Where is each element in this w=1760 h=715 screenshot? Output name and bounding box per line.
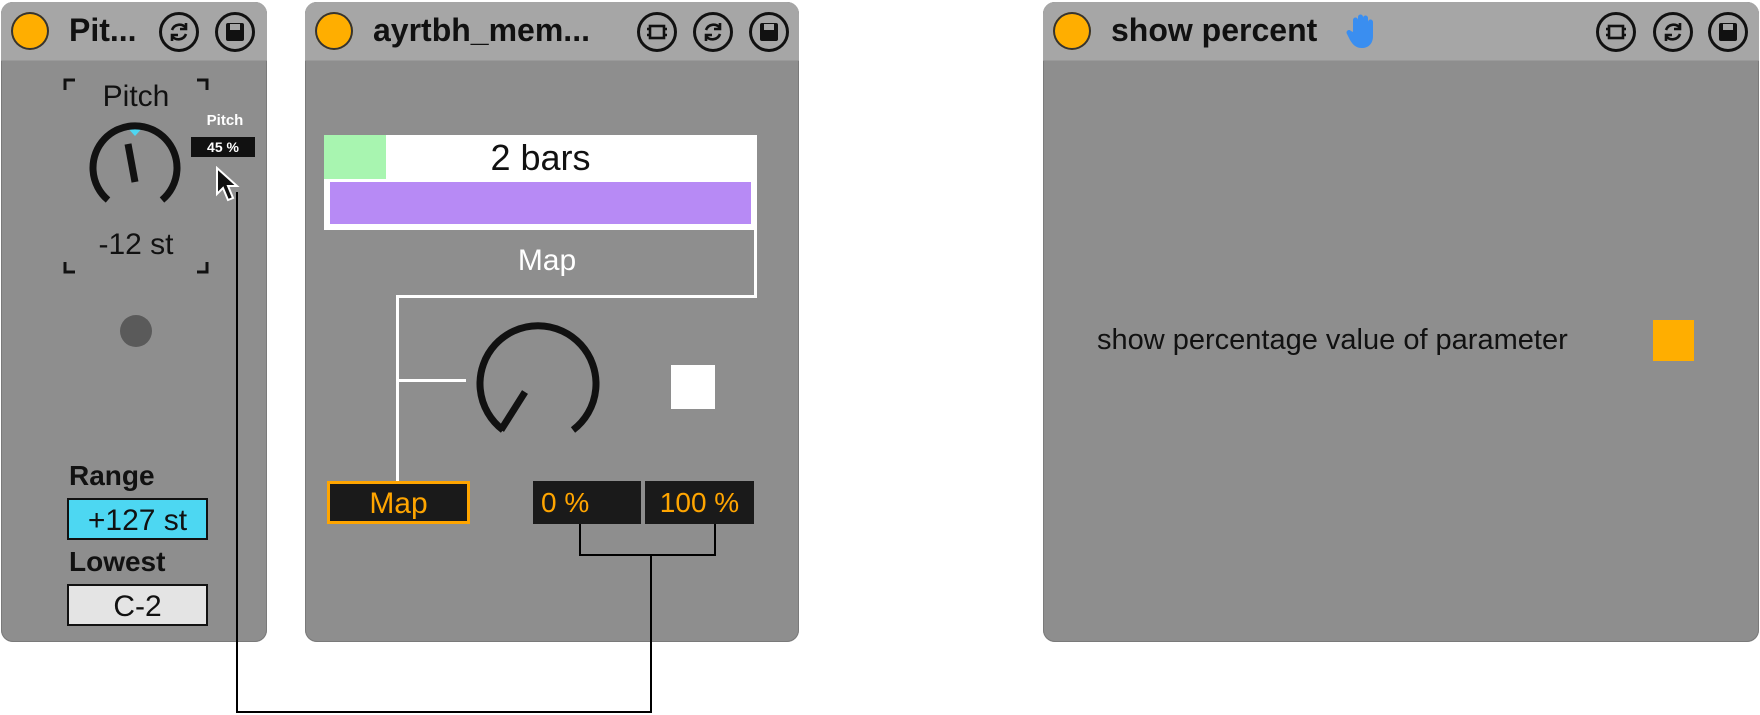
power-toggle-icon[interactable] bbox=[11, 12, 49, 50]
device-title: show percent bbox=[1111, 12, 1318, 48]
power-toggle-icon[interactable] bbox=[1053, 12, 1091, 50]
tooltip-param-value: 45 % bbox=[191, 137, 255, 157]
device-titlebar: show percent bbox=[1043, 2, 1759, 61]
route-line bbox=[579, 554, 716, 556]
show-percent-toggle[interactable] bbox=[1653, 320, 1694, 361]
tooltip-param-name: Pitch bbox=[206, 112, 244, 129]
bars-label: 2 bars bbox=[490, 137, 591, 178]
max-value-field[interactable]: 100 % bbox=[645, 481, 754, 524]
save-icon[interactable] bbox=[749, 12, 789, 52]
route-line bbox=[396, 379, 466, 382]
hand-icon bbox=[1346, 14, 1373, 48]
save-icon[interactable] bbox=[1708, 12, 1748, 52]
route-line bbox=[714, 524, 716, 556]
show-percent-device: show percent show percentage value of pa… bbox=[1043, 2, 1759, 642]
power-toggle-icon[interactable] bbox=[315, 12, 353, 50]
lowest-field[interactable]: C-2 bbox=[67, 584, 208, 626]
min-value-field[interactable]: 0 % bbox=[533, 481, 641, 524]
route-line bbox=[579, 524, 581, 556]
option-label: show percentage value of parameter bbox=[1097, 324, 1568, 356]
refresh-icon[interactable] bbox=[693, 12, 733, 52]
toggle-box[interactable] bbox=[671, 365, 715, 409]
progress-bar-purple bbox=[330, 182, 751, 224]
route-line bbox=[754, 230, 757, 298]
pitch-knob[interactable] bbox=[87, 120, 187, 230]
connection-wire bbox=[236, 711, 652, 713]
lowest-label: Lowest bbox=[69, 546, 166, 577]
knob-label: Pitch bbox=[102, 80, 170, 113]
device-titlebar: ayrtbh_mem... bbox=[305, 2, 799, 61]
refresh-icon[interactable] bbox=[1653, 12, 1693, 52]
range-field[interactable]: +127 st bbox=[67, 498, 208, 540]
pitch-device: Pit... Pitch -12 st Pitch 45 % Range +12… bbox=[1, 2, 267, 642]
device-titlebar: Pit... bbox=[1, 2, 267, 61]
refresh-icon[interactable] bbox=[159, 12, 199, 52]
range-label: Range bbox=[69, 460, 155, 491]
mapping-device: ayrtbh_mem... 2 bars Map Map 0 % 100 % bbox=[305, 2, 799, 642]
freeze-icon[interactable] bbox=[1596, 12, 1636, 52]
device-title: Pit... bbox=[69, 12, 137, 48]
freeze-icon[interactable] bbox=[637, 12, 677, 52]
connection-wire bbox=[236, 192, 238, 713]
mapping-knob[interactable] bbox=[473, 320, 603, 442]
canvas: Pit... Pitch -12 st Pitch 45 % Range +12… bbox=[0, 0, 1760, 715]
save-icon[interactable] bbox=[215, 12, 255, 52]
bars-panel: 2 bars bbox=[324, 135, 757, 230]
device-title: ayrtbh_mem... bbox=[373, 12, 590, 48]
map-button[interactable]: Map bbox=[327, 481, 470, 524]
route-line bbox=[396, 295, 399, 484]
map-header: Map bbox=[517, 244, 577, 277]
route-line bbox=[396, 295, 757, 298]
knob-value: -12 st bbox=[98, 228, 174, 261]
status-led bbox=[120, 315, 152, 347]
connection-wire bbox=[650, 555, 652, 713]
